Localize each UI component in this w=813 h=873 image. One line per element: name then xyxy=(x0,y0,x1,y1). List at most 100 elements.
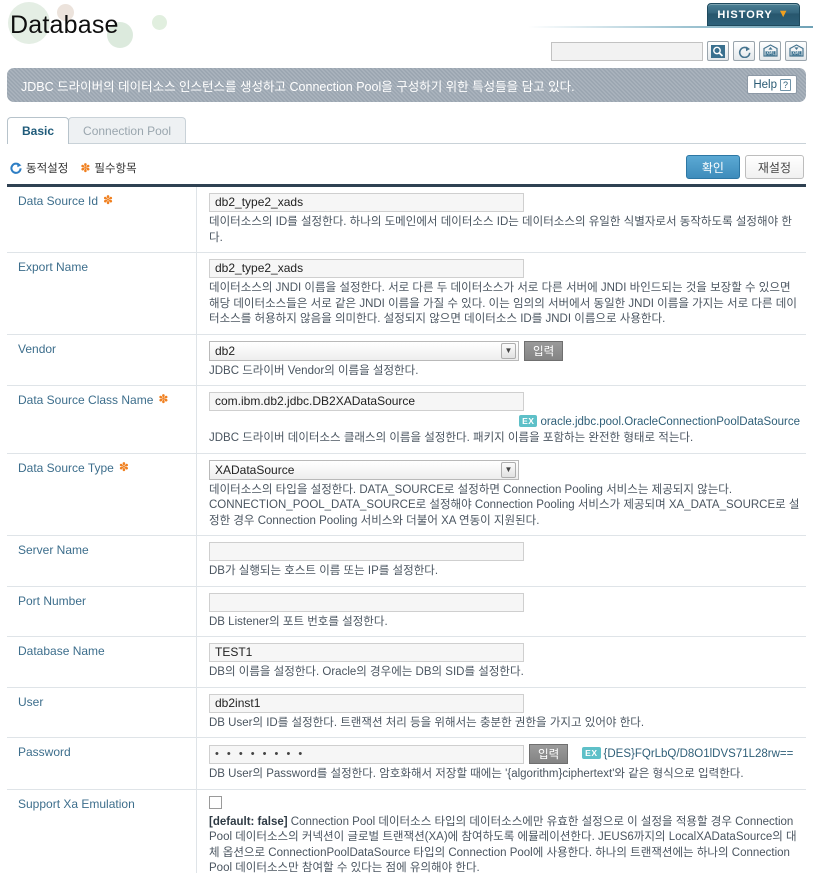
field-control-port-number: DB Listener의 포트 번호를 설정한다. xyxy=(196,586,806,636)
text-input-data-source-id[interactable]: db2_type2_xads xyxy=(209,193,524,212)
field-control-database-name: TEST1 DB의 이름을 설정한다. Oracle의 경우에는 DB의 SID를… xyxy=(196,637,806,687)
page-header: Database HISTORY ▼ XML XML xyxy=(0,0,813,62)
field-description-data-source-class-name: JDBC 드라이버 데이터소스 클래스의 이름을 설정한다. 패키지 이름을 포… xyxy=(209,431,800,447)
select-value: db2 xyxy=(215,343,236,358)
legend: 동적설정 ✽ 필수항목 xyxy=(9,160,137,176)
help-button[interactable]: Help ? xyxy=(747,75,797,94)
form-row-vendor: Vendor db2 ▼ 입력 JDBC 드라이버 Vendor의 이름을 설정한다. xyxy=(7,334,806,386)
description-text: 데이터소스의 ID를 설정한다. 하나의 도메인에서 데이터소스 ID는 데이터… xyxy=(209,216,792,244)
required-asterisk-icon: ✽ xyxy=(103,193,114,207)
banner-text: JDBC 드라이버의 데이터소스 인스턴스를 생성하고 Connection P… xyxy=(21,79,575,94)
text-input-server-name[interactable] xyxy=(209,542,524,561)
password-input-password[interactable]: • • • • • • • • xyxy=(209,744,524,764)
description-text: JDBC 드라이버 Vendor의 이름을 설정한다. xyxy=(209,364,419,377)
example-hint-password: EX {DES}FQrLbQ/D8O1lDVS71L28rw== xyxy=(582,747,794,761)
field-control-data-source-id: db2_type2_xads 데이터소스의 ID를 설정한다. 하나의 도메인에서… xyxy=(196,187,806,252)
form-rows: Data Source Id ✽ db2_type2_xads 데이터소스의 ID를 … xyxy=(7,187,806,873)
field-label-password: Password xyxy=(7,738,196,789)
control-line: db2_type2_xads xyxy=(209,259,800,278)
description-banner: JDBC 드라이버의 데이터소스 인스턴스를 생성하고 Connection P… xyxy=(7,68,806,102)
control-line: db2inst1 xyxy=(209,693,800,713)
example-hint-data-source-class-name: EX oracle.jdbc.pool.OracleConnectionPoolD… xyxy=(209,415,800,428)
control-line xyxy=(209,795,800,812)
xml-import-icon[interactable]: XML xyxy=(759,41,781,61)
chevron-down-icon: ▼ xyxy=(777,8,790,20)
description-text: DB User의 ID를 설정한다. 트랜잭션 처리 등을 위해서는 충분한 권… xyxy=(209,716,645,729)
select-data-source-type[interactable]: XADataSource ▼ xyxy=(209,459,519,480)
page-title: Database xyxy=(10,11,119,39)
label-text: Server Name xyxy=(18,543,89,557)
question-mark-icon: ? xyxy=(779,78,791,91)
form-row-port-number: Port Number DB Listener의 포트 번호를 설정한다. xyxy=(7,586,806,637)
form-row-export-name: Export Name db2_type2_xads 데이터소스의 JNDI 이름을… xyxy=(7,253,806,335)
form-row-data-source-class-name: Data Source Class Name ✽ com.ibm.db2.jdbc.… xyxy=(7,386,806,454)
reset-button[interactable]: 재설정 xyxy=(744,155,804,179)
tab-connection-pool[interactable]: Connection Pool xyxy=(68,117,187,144)
field-description-port-number: DB Listener의 포트 번호를 설정한다. xyxy=(209,615,800,631)
svg-text:XML: XML xyxy=(766,51,775,56)
field-control-password: • • • • • • • • 입력 EX {DES}FQrLbQ/D8O1lDVS7… xyxy=(196,738,806,789)
checkbox-support-xa-emulation[interactable] xyxy=(209,795,222,809)
field-label-vendor: Vendor xyxy=(7,335,196,386)
field-label-data-source-class-name: Data Source Class Name ✽ xyxy=(7,386,196,453)
svg-text:XML: XML xyxy=(792,51,801,56)
text-input-user[interactable]: db2inst1 xyxy=(209,693,524,713)
field-label-data-source-id: Data Source Id ✽ xyxy=(7,187,196,252)
form-row-support-xa-emulation: Support Xa Emulation [default: false] Con… xyxy=(7,789,806,873)
form-row-data-source-id: Data Source Id ✽ db2_type2_xads 데이터소스의 ID를 … xyxy=(7,187,806,253)
select-value: XADataSource xyxy=(215,462,295,477)
form-row-user: User db2inst1 DB User의 ID를 설정한다. 트랜잭션 처리 등… xyxy=(7,687,806,738)
field-control-export-name: db2_type2_xads 데이터소스의 JNDI 이름을 설정한다. 서로 다… xyxy=(196,253,806,334)
refresh-icon[interactable] xyxy=(733,41,755,61)
header-toolbar: XML XML xyxy=(551,41,807,61)
control-line: TEST1 xyxy=(209,643,800,662)
logo-dot-small xyxy=(152,15,167,30)
required-asterisk-icon: ✽ xyxy=(80,161,91,175)
history-label: HISTORY xyxy=(717,8,773,21)
legend-dynamic: 동적설정 xyxy=(9,160,68,176)
help-label: Help xyxy=(753,78,777,91)
field-label-port-number: Port Number xyxy=(7,587,196,637)
text-input-export-name[interactable]: db2_type2_xads xyxy=(209,259,524,278)
tab-underline xyxy=(7,143,806,144)
field-label-export-name: Export Name xyxy=(7,253,196,334)
field-label-support-xa-emulation: Support Xa Emulation xyxy=(7,790,196,873)
database-config-page: Database HISTORY ▼ XML XML JDBC 드라이버의 데이… xyxy=(0,0,813,873)
field-description-database-name: DB의 이름을 설정한다. Oracle의 경우에는 DB의 SID를 설정한다… xyxy=(209,665,800,681)
control-line: db2 ▼ 입력 xyxy=(209,340,800,361)
form-row-database-name: Database Name TEST1 DB의 이름을 설정한다. Oracle의 … xyxy=(7,637,806,688)
confirm-button[interactable]: 확인 xyxy=(685,155,740,179)
label-text: Export Name xyxy=(18,260,89,274)
input-button-vendor[interactable]: 입력 xyxy=(524,340,564,361)
required-asterisk-icon: ✽ xyxy=(118,459,129,474)
input-button-password[interactable]: 입력 xyxy=(529,744,569,764)
tab-basic[interactable]: Basic xyxy=(7,117,70,144)
field-control-support-xa-emulation: [default: false] Connection Pool 데이터소스 타… xyxy=(196,789,806,873)
search-icon[interactable] xyxy=(707,41,729,61)
field-description-data-source-type: 데이터소스의 타입을 설정한다. DATA_SOURCE로 설정하면 Conne… xyxy=(209,483,800,530)
dynamic-refresh-icon xyxy=(10,162,22,174)
description-text: DB가 실행되는 호스트 이름 또는 IP를 설정한다. xyxy=(209,565,439,577)
description-text: 데이터소스의 타입을 설정한다. DATA_SOURCE로 설정하면 Conne… xyxy=(209,483,800,527)
field-description-data-source-id: 데이터소스의 ID를 설정한다. 하나의 도메인에서 데이터소스 ID는 데이터… xyxy=(209,215,800,246)
label-text: User xyxy=(18,694,44,709)
example-text: {DES}FQrLbQ/D8O1lDVS71L28rw== xyxy=(603,748,794,761)
example-badge: EX xyxy=(582,747,601,760)
control-line: db2_type2_xads xyxy=(209,193,800,212)
search-input[interactable] xyxy=(551,41,703,61)
history-button[interactable]: HISTORY ▼ xyxy=(707,3,800,26)
required-asterisk-icon: ✽ xyxy=(158,392,169,406)
form-row-data-source-type: Data Source Type ✽ XADataSource ▼ 데이터소스의 타입을… xyxy=(7,453,806,536)
example-text: oracle.jdbc.pool.OracleConnectionPoolDat… xyxy=(540,416,800,428)
text-input-database-name[interactable]: TEST1 xyxy=(209,643,524,662)
text-input-data-source-class-name[interactable]: com.ibm.db2.jdbc.DB2XADataSource xyxy=(209,392,524,411)
header-divider xyxy=(528,26,813,28)
xml-export-icon[interactable]: XML xyxy=(785,41,807,61)
select-vendor[interactable]: db2 ▼ xyxy=(209,340,519,361)
field-label-database-name: Database Name xyxy=(7,637,196,687)
legend-required: ✽ 필수항목 xyxy=(80,160,136,176)
field-description-server-name: DB가 실행되는 호스트 이름 또는 IP를 설정한다. xyxy=(209,564,800,580)
control-line: com.ibm.db2.jdbc.DB2XADataSource xyxy=(209,392,800,411)
text-input-port-number[interactable] xyxy=(209,592,524,612)
field-control-user: db2inst1 DB User의 ID를 설정한다. 트랜잭션 처리 등을 위해… xyxy=(196,687,806,737)
